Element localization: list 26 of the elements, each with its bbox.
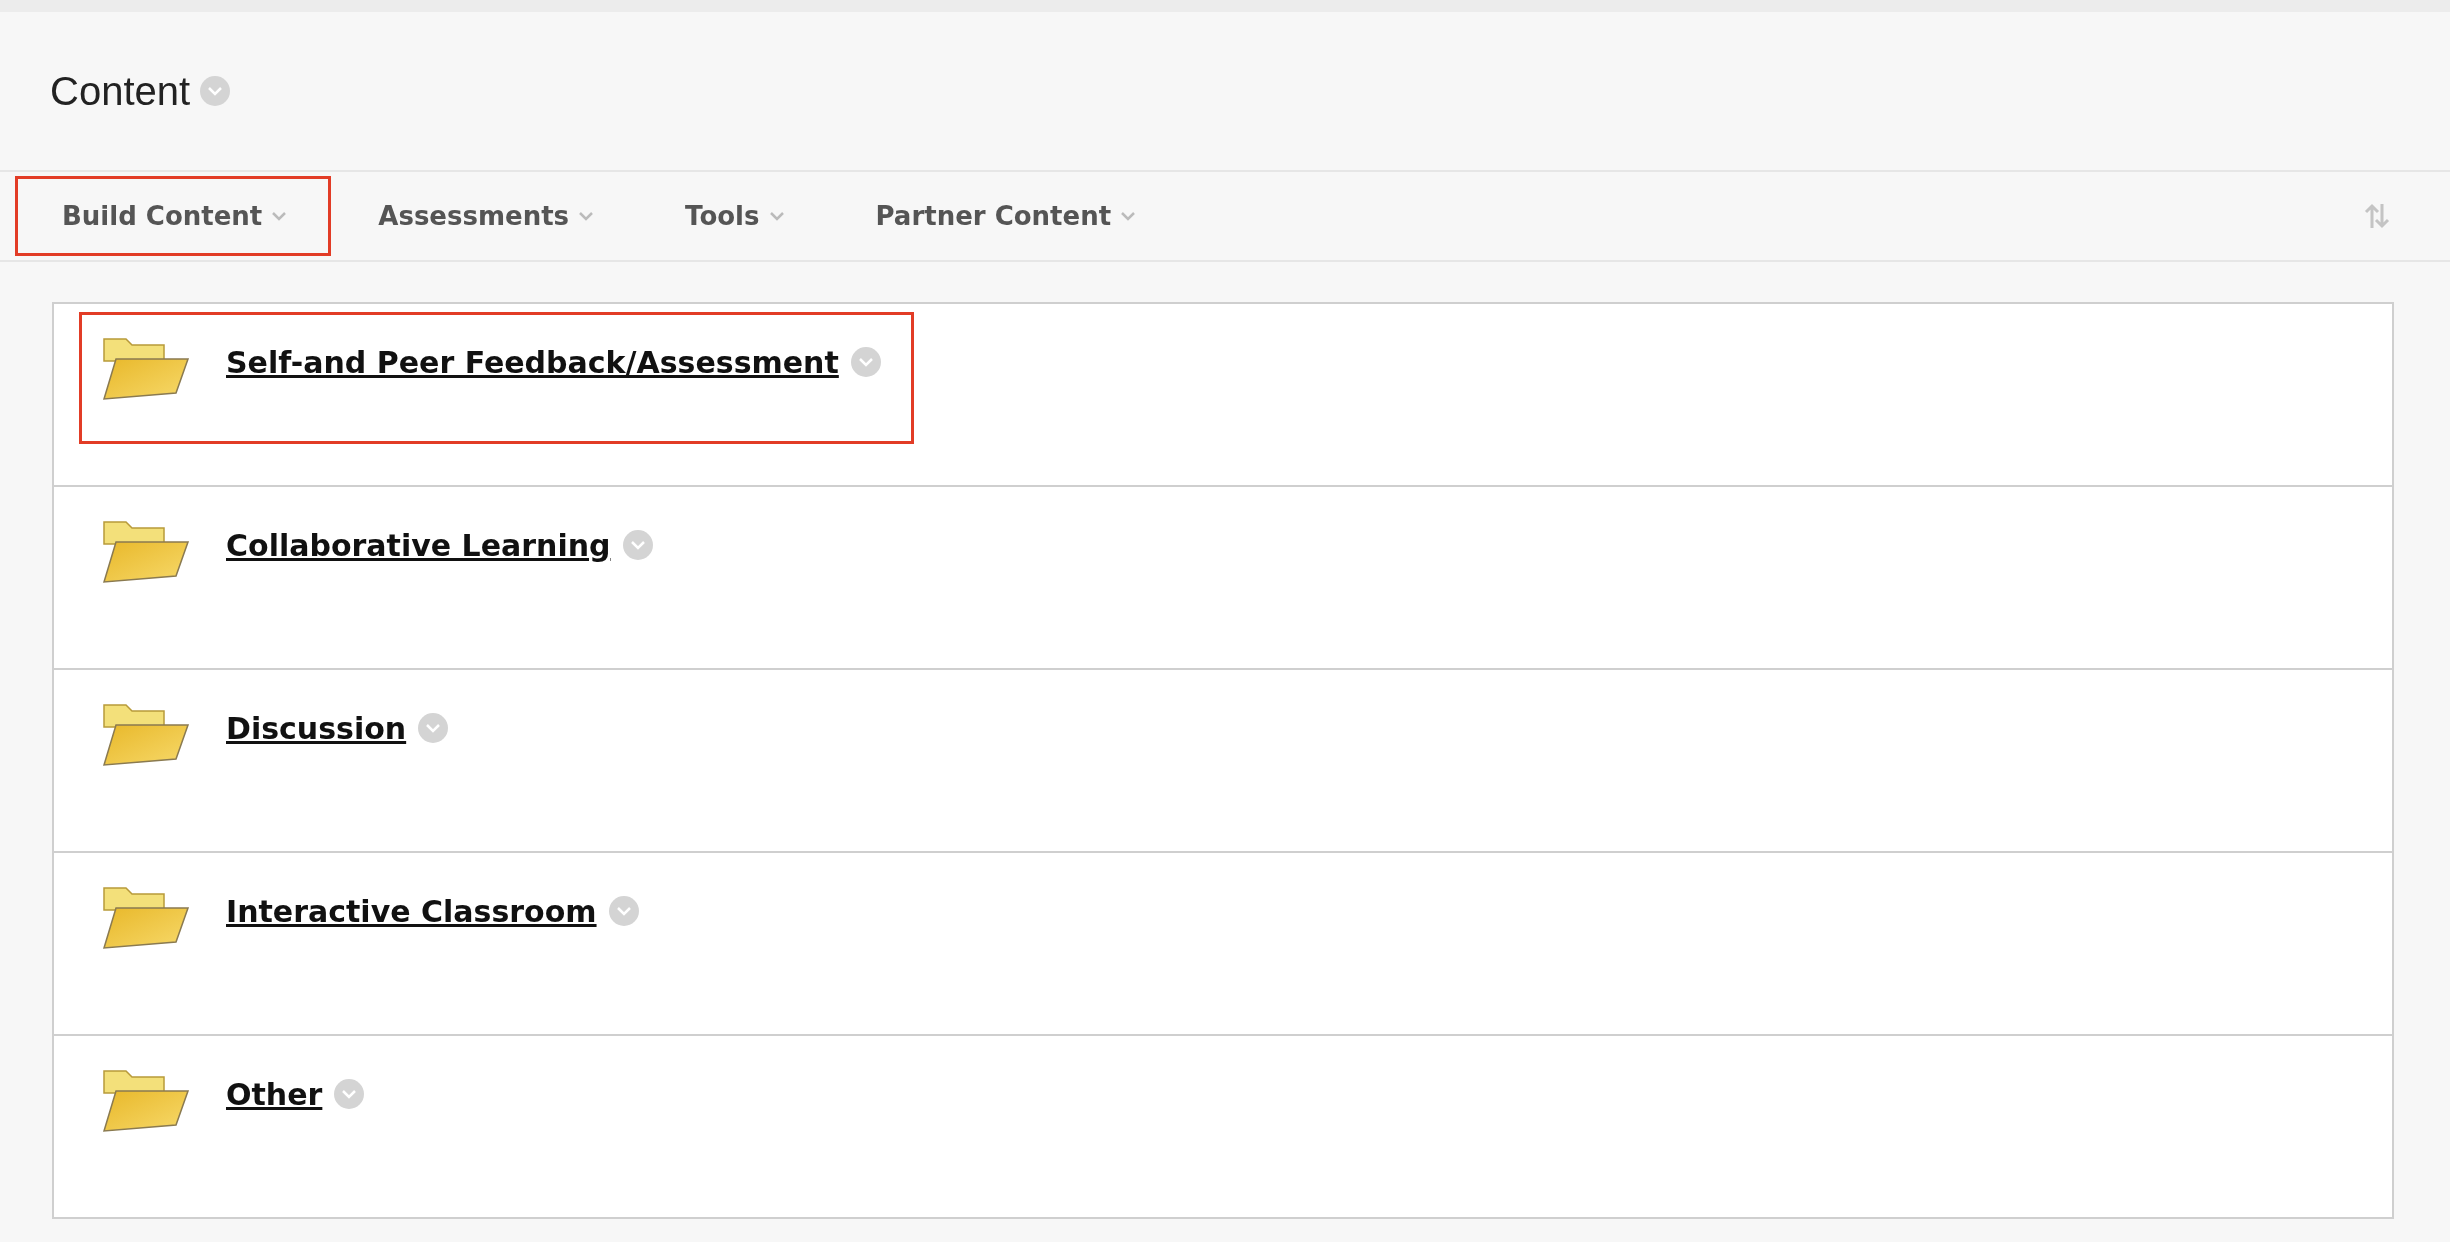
sort-arrows-icon[interactable] (2364, 202, 2390, 230)
folder-link[interactable]: Interactive Classroom (226, 894, 597, 929)
page-title: Content (50, 68, 191, 114)
chevron-down-icon (1119, 210, 1138, 222)
chevron-down-icon[interactable] (200, 76, 231, 106)
toolbar-menu-button[interactable]: Partner Content (828, 176, 1181, 256)
folder-link[interactable]: Self-and Peer Feedback/Assessment (226, 345, 839, 380)
folder-link[interactable]: Collaborative Learning (226, 528, 611, 563)
chevron-down-icon[interactable] (334, 1079, 365, 1109)
folder-icon (102, 335, 190, 401)
chevron-down-icon[interactable] (622, 530, 653, 560)
folder-icon (102, 1067, 190, 1133)
folder-icon (102, 884, 190, 950)
toolbar-menu-button[interactable]: Tools (638, 176, 829, 256)
chevron-down-icon (270, 210, 289, 222)
folder-link[interactable]: Discussion (226, 711, 407, 746)
chevron-down-icon[interactable] (608, 896, 639, 926)
chevron-down-icon[interactable] (418, 713, 449, 743)
toolbar-menu-button[interactable]: Assessments (331, 176, 639, 256)
folder-icon (102, 701, 190, 767)
folder-icon (102, 518, 190, 584)
chevron-down-icon (767, 210, 786, 222)
chevron-down-icon[interactable] (850, 347, 881, 377)
toolbar-menu-button[interactable]: Build Content (15, 176, 332, 256)
chevron-down-icon (577, 210, 596, 222)
folder-link[interactable]: Other (226, 1077, 323, 1112)
